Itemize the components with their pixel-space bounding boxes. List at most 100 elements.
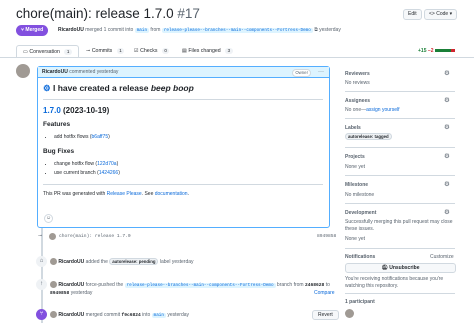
checks-icon: ☑: [134, 48, 139, 54]
projects-title[interactable]: Projects: [345, 154, 365, 160]
timeline-commit: ⊸ chore(main): release 1.7.0 8949858: [36, 233, 336, 242]
commit-sha[interactable]: 8949858: [317, 234, 336, 239]
merge-icon: ⑂: [36, 309, 47, 320]
documentation-link[interactable]: documentation: [155, 191, 188, 197]
event-user[interactable]: RicardoUU: [58, 282, 84, 288]
owner-badge: Owner: [292, 69, 311, 77]
tab-label: Commits: [91, 48, 113, 54]
gear-icon[interactable]: ⚙: [444, 152, 450, 160]
diffstat-bar: [443, 48, 447, 53]
timeline-force-push: RicardoUU force-pushed the release-pleas…: [50, 281, 330, 288]
more-options-icon[interactable]: ···: [318, 67, 324, 77]
avatar[interactable]: [50, 281, 57, 288]
merge-icon: ⑂: [21, 27, 25, 33]
unsubscribe-button[interactable]: 🔕︎ Unsubscribe: [345, 263, 456, 273]
avatar[interactable]: [49, 233, 56, 240]
avatar[interactable]: [345, 309, 354, 318]
comment-action: commented yesterday: [69, 69, 119, 75]
tab-label: Conversation: [29, 49, 60, 55]
conversation-icon: ▭: [23, 49, 28, 55]
unsubscribe-label: Unsubscribe: [389, 265, 420, 271]
tab-count: 0: [161, 48, 170, 54]
footer-mid: . See: [141, 191, 155, 197]
timeline-force-push-2: 8949858 yesterday: [50, 290, 92, 296]
code-button[interactable]: <> Code ▾: [424, 9, 458, 20]
development-title[interactable]: Development: [345, 210, 376, 216]
release-heading: ⚙ I have created a release beep boop: [43, 83, 323, 94]
bell-slash-icon: 🔕︎: [381, 265, 388, 271]
development-text: Successfully merging this pull request m…: [345, 219, 453, 232]
robot-icon: ⚙: [43, 83, 51, 93]
participants-title: 1 participant: [345, 299, 375, 305]
gear-icon[interactable]: ⚙: [444, 96, 450, 104]
avatar[interactable]: [50, 258, 57, 265]
commit-link[interactable]: 122d70a: [97, 161, 116, 167]
copy-icon[interactable]: ⧉: [314, 27, 318, 33]
pr-title-text: chore(main): release 1.7.0: [16, 6, 174, 21]
tag-icon: ⌂: [36, 256, 47, 267]
version-link[interactable]: 1.7.0: [43, 106, 61, 115]
customize-link[interactable]: Customize: [430, 254, 454, 260]
head-branch[interactable]: release-please--branches--main--componen…: [124, 282, 276, 288]
release-heading-em: beep boop: [150, 83, 194, 93]
list-item: change hotfix flow (122d70a): [54, 160, 323, 169]
event-to: to: [325, 281, 330, 288]
item-text: add hotfix flows (: [54, 134, 92, 140]
reviewers-title[interactable]: Reviewers: [345, 71, 370, 77]
avatar[interactable]: [50, 311, 57, 318]
gear-icon[interactable]: ⚙: [444, 69, 450, 77]
add-reaction-icon[interactable]: ☺: [44, 214, 53, 223]
avatar[interactable]: [16, 64, 30, 78]
notifications-title: Notifications: [345, 254, 376, 260]
label-badge[interactable]: autorelease: tagged: [345, 133, 392, 140]
commit-message[interactable]: chore(main): release 1.7.0: [59, 234, 131, 239]
footer-prefix: This PR was generated with: [43, 191, 107, 197]
list-item: use current branch (1424266): [54, 169, 323, 178]
features-heading: Features: [43, 121, 71, 128]
reviewers-value: No reviews: [345, 80, 370, 86]
version-heading: 1.7.0 (2023-10-19): [43, 106, 323, 115]
commit-link[interactable]: b6aff75: [92, 134, 109, 140]
release-please-link[interactable]: Release Please: [107, 191, 142, 197]
tab-count: 1: [116, 48, 125, 54]
tab-commits[interactable]: ⊸ Commits 1: [86, 45, 125, 57]
comment-footer: This PR was generated with Release Pleas…: [43, 191, 323, 197]
gear-icon[interactable]: ⚙: [444, 208, 450, 216]
revert-button[interactable]: Revert: [312, 310, 339, 320]
head-branch[interactable]: release-please--branches--main--componen…: [161, 28, 313, 33]
code-icon: <>: [429, 11, 435, 17]
commit-link[interactable]: 1424266: [99, 170, 118, 176]
milestone-title[interactable]: Milestone: [345, 182, 368, 188]
force-push-icon: ↑: [36, 279, 47, 290]
label-badge[interactable]: autorelease: pending: [109, 257, 159, 265]
edit-button[interactable]: Edit: [403, 9, 422, 20]
event-time: yesterday: [167, 311, 190, 318]
merge-sha[interactable]: f9c6824: [121, 313, 140, 318]
assignees-title[interactable]: Assignees: [345, 98, 370, 104]
gear-icon[interactable]: ⚙: [444, 123, 450, 131]
base-branch[interactable]: main: [151, 312, 166, 318]
event-text: added the: [85, 258, 108, 265]
assign-yourself-link[interactable]: assign yourself: [366, 107, 399, 113]
diffstat-bar: [451, 48, 455, 53]
tab-checks[interactable]: ☑ Checks 0: [134, 45, 170, 57]
diffstat: +15 −2: [418, 48, 455, 54]
labels-title[interactable]: Labels: [345, 125, 361, 131]
comment-author[interactable]: RicardoUU: [42, 69, 68, 75]
event-user[interactable]: RicardoUU: [58, 312, 84, 318]
divider: [43, 99, 323, 100]
author-link[interactable]: RicardoUU: [58, 27, 84, 33]
event-into: into: [142, 311, 151, 318]
diffstat-bar: [447, 48, 451, 53]
event-text: force-pushed the: [85, 281, 124, 288]
base-branch[interactable]: main: [134, 28, 150, 33]
compare-link[interactable]: Compare: [314, 290, 335, 296]
label-text: autorelease: tagged: [345, 133, 392, 140]
event-user[interactable]: RicardoUU: [58, 259, 84, 265]
tab-files-changed[interactable]: ▤ Files changed 3: [182, 45, 233, 57]
new-sha[interactable]: 8949858: [50, 291, 69, 296]
old-sha[interactable]: 2468628: [305, 283, 324, 288]
features-list: add hotfix flows (b6aff75): [54, 133, 323, 142]
chevron-down-icon: ▾: [449, 11, 453, 17]
gear-icon[interactable]: ⚙: [444, 180, 450, 188]
